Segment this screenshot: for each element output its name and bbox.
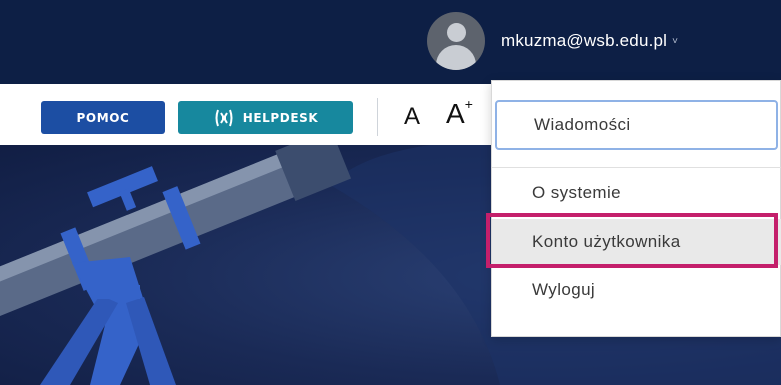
user-avatar-icon[interactable] — [427, 12, 485, 70]
toolbar-divider — [377, 98, 378, 136]
menu-item-user-account[interactable]: Konto użytkownika — [492, 219, 781, 265]
pomoc-button[interactable]: POMOC — [41, 101, 165, 134]
user-email[interactable]: mkuzma@wsb.edu.pl — [501, 31, 667, 51]
top-bar: mkuzma@wsb.edu.pl ˅ — [0, 0, 781, 84]
helpdesk-button[interactable]: HELPDESK — [178, 101, 353, 134]
menu-item-about-system[interactable]: O systemie — [492, 173, 781, 213]
pomoc-button-label: POMOC — [76, 110, 130, 125]
menu-divider — [492, 167, 781, 168]
helpdesk-button-label: HELPDESK — [242, 110, 319, 125]
plus-icon: + — [464, 95, 473, 112]
menu-item-logout-label: Wyloguj — [532, 280, 596, 299]
menu-item-messages[interactable]: Wiadomości — [495, 100, 778, 150]
menu-item-about-system-label: O systemie — [532, 183, 622, 202]
helpdesk-logo-icon — [213, 107, 235, 129]
chevron-down-icon[interactable]: ˅ — [672, 36, 678, 47]
menu-item-messages-label: Wiadomości — [534, 115, 631, 134]
menu-item-logout[interactable]: Wyloguj — [492, 270, 781, 310]
font-size-increase-button[interactable]: A+ — [446, 95, 473, 130]
font-size-increase-label: A — [446, 98, 465, 129]
menu-item-user-account-label: Konto użytkownika — [532, 232, 681, 251]
user-dropdown-menu: Wiadomości O systemie Konto użytkownika … — [491, 80, 781, 337]
user-menu-toggle[interactable]: mkuzma@wsb.edu.pl ˅ — [427, 12, 678, 70]
font-size-normal-button[interactable]: A — [404, 103, 420, 131]
